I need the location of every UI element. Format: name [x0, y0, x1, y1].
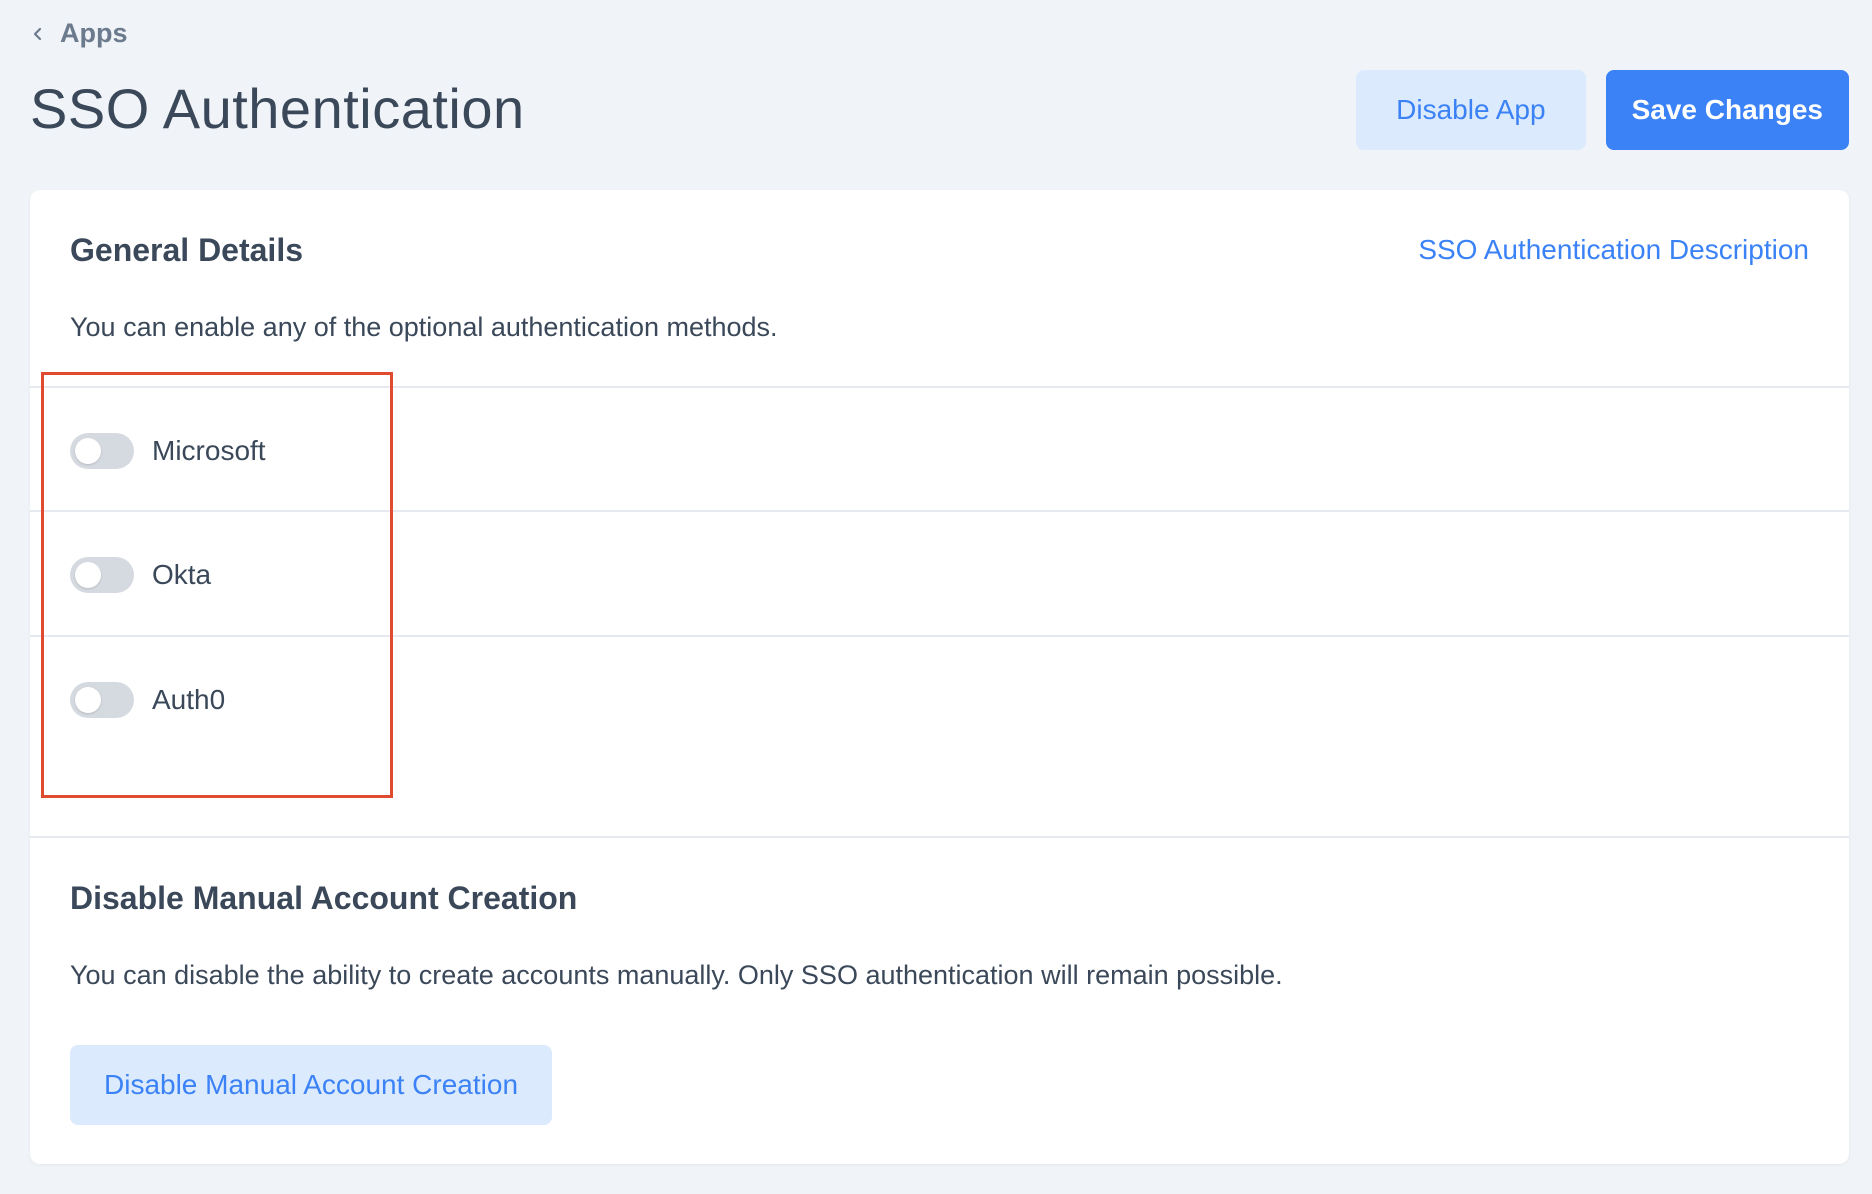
page-title: SSO Authentication — [30, 77, 525, 140]
sso-description-link[interactable]: SSO Authentication Description — [1418, 234, 1809, 266]
annotation-highlight-box — [41, 372, 393, 798]
disable-manual-account-creation-button[interactable]: Disable Manual Account Creation — [70, 1045, 553, 1125]
save-changes-button[interactable]: Save Changes — [1605, 70, 1849, 150]
section-divider — [30, 836, 1849, 838]
chevron-left-icon — [33, 27, 42, 40]
disable-app-button[interactable]: Disable App — [1356, 70, 1586, 150]
breadcrumb-apps-link[interactable]: Apps — [60, 18, 128, 49]
general-details-title: General Details — [70, 232, 303, 268]
manual-creation-title: Disable Manual Account Creation — [70, 880, 578, 916]
general-details-description: You can enable any of the optional authe… — [70, 312, 778, 342]
breadcrumb[interactable]: Apps — [30, 18, 128, 49]
manual-creation-description: You can disable the ability to create ac… — [70, 960, 1283, 990]
header-actions: Disable App Save Changes — [1356, 70, 1849, 150]
